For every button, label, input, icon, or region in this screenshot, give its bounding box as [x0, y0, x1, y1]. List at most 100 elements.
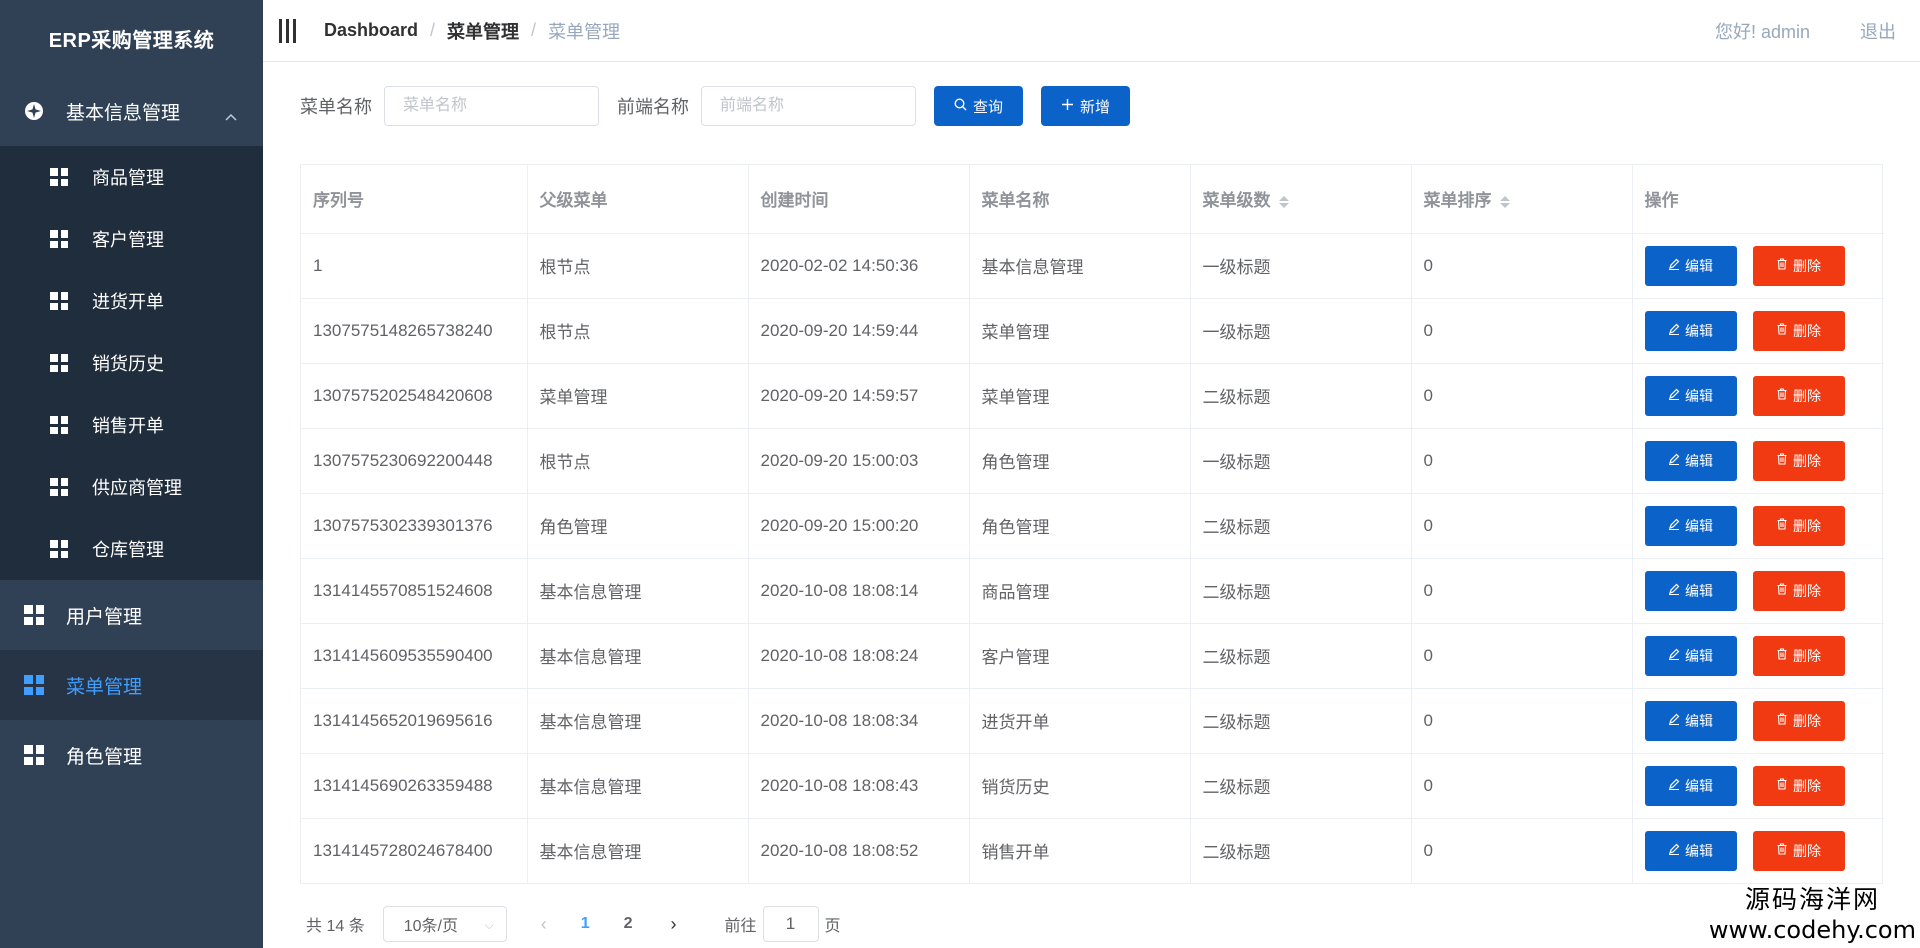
column-header-order[interactable]: 菜单排序 — [1411, 165, 1633, 234]
cell-actions: 编辑 删除 — [1632, 233, 1884, 299]
sidebar-item-label: 商品管理 — [92, 168, 164, 188]
menu-name-input[interactable] — [384, 86, 599, 126]
cell-name: 商品管理 — [969, 558, 1191, 624]
column-header-id: 序列号 — [301, 165, 528, 234]
column-header-level[interactable]: 菜单级数 — [1190, 165, 1412, 234]
delete-button[interactable]: 删除 — [1752, 830, 1845, 871]
goto-page-input[interactable] — [762, 906, 819, 942]
cell-actions: 编辑 删除 — [1632, 818, 1884, 883]
delete-button[interactable]: 删除 — [1752, 310, 1845, 351]
edit-button[interactable]: 编辑 — [1644, 570, 1737, 611]
sidebar-group-basic-info[interactable]: 基本信息管理 — [0, 76, 263, 146]
cell-order: 0 — [1411, 428, 1633, 494]
sort-icon[interactable] — [1499, 195, 1510, 208]
cell-created: 2020-09-20 14:59:44 — [748, 298, 970, 364]
delete-button-label: 删除 — [1793, 582, 1821, 599]
sidebar-item-sales-history[interactable]: 销货历史 — [0, 332, 263, 394]
delete-button[interactable]: 删除 — [1752, 570, 1845, 611]
edit-icon — [1668, 258, 1680, 273]
breadcrumb-separator: / — [430, 20, 436, 40]
edit-button[interactable]: 编辑 — [1644, 245, 1737, 286]
delete-button[interactable]: 删除 — [1752, 375, 1845, 416]
hamburger-icon[interactable] — [279, 18, 296, 43]
sidebar-item-warehouse[interactable]: 仓库管理 — [0, 518, 263, 580]
sidebar-item-suppliers[interactable]: 供应商管理 — [0, 456, 263, 518]
page-1-button[interactable]: 1 — [581, 915, 590, 933]
next-page-button[interactable]: › — [671, 914, 677, 935]
prev-page-button[interactable]: ‹ — [541, 914, 547, 935]
table-row: 1307575202548420608 菜单管理 2020-09-20 14:59:… — [301, 363, 1884, 429]
cell-created: 2020-09-20 15:00:03 — [748, 428, 970, 494]
cell-created: 2020-10-08 18:08:43 — [748, 753, 970, 819]
chevron-up-icon — [225, 105, 237, 127]
sidebar-item-roles[interactable]: 角色管理 — [0, 720, 263, 790]
frontend-name-input[interactable] — [701, 86, 916, 126]
edit-button[interactable]: 编辑 — [1644, 635, 1737, 676]
breadcrumb-separator: / — [531, 20, 537, 40]
delete-button[interactable]: 删除 — [1752, 505, 1845, 546]
cell-level: 一级标题 — [1190, 233, 1412, 299]
sidebar-item-menus[interactable]: 菜单管理 — [0, 650, 263, 720]
edit-button[interactable]: 编辑 — [1644, 700, 1737, 741]
delete-button[interactable]: 删除 — [1752, 700, 1845, 741]
cell-id: 1307575148265738240 — [301, 298, 528, 364]
delete-button-label: 删除 — [1793, 387, 1821, 404]
cell-id: 1307575302339301376 — [301, 493, 528, 559]
delete-button[interactable]: 删除 — [1752, 765, 1845, 806]
sidebar: ERP采购管理系统 基本信息管理 商品管理 客户管理 进货开单 销货历史 销售开… — [0, 0, 263, 948]
edit-button[interactable]: 编辑 — [1644, 765, 1737, 806]
sidebar-item-goods[interactable]: 商品管理 — [0, 146, 263, 208]
sidebar-item-label: 销货历史 — [92, 354, 164, 374]
pagination: 共 14 条 10条/页 ⌵ ‹ 1 2 › 前往 页 — [306, 906, 841, 942]
edit-button[interactable]: 编辑 — [1644, 310, 1737, 351]
breadcrumb-menu-management[interactable]: 菜单管理 — [447, 18, 519, 44]
logout-link[interactable]: 退出 — [1860, 18, 1896, 44]
compass-icon — [24, 101, 44, 121]
cell-id: 1314145652019695616 — [301, 688, 528, 754]
sidebar-item-customers[interactable]: 客户管理 — [0, 208, 263, 270]
sidebar-item-label: 供应商管理 — [92, 478, 182, 498]
column-header-name: 菜单名称 — [969, 165, 1191, 234]
delete-button[interactable]: 删除 — [1752, 635, 1845, 676]
cell-actions: 编辑 删除 — [1632, 558, 1884, 624]
cell-actions: 编辑 删除 — [1632, 623, 1884, 689]
cell-id: 1314145690263359488 — [301, 753, 528, 819]
trash-icon — [1776, 258, 1788, 273]
edit-button-label: 编辑 — [1685, 842, 1713, 859]
cell-id: 1307575230692200448 — [301, 428, 528, 494]
table-row: 1314145570851524608 基本信息管理 2020-10-08 18:0… — [301, 558, 1884, 624]
page-size-select[interactable]: 10条/页 ⌵ — [382, 906, 507, 942]
sidebar-item-label: 销售开单 — [92, 416, 164, 436]
cell-name: 客户管理 — [969, 623, 1191, 689]
cell-level: 二级标题 — [1190, 623, 1412, 689]
sidebar-item-sales-order[interactable]: 销售开单 — [0, 394, 263, 456]
sidebar-item-purchase-order[interactable]: 进货开单 — [0, 270, 263, 332]
add-button[interactable]: 新增 — [1041, 86, 1131, 126]
page-2-button[interactable]: 2 — [624, 915, 633, 933]
sort-icon[interactable] — [1278, 195, 1289, 208]
cell-actions: 编辑 删除 — [1632, 298, 1884, 364]
cell-name: 菜单管理 — [969, 363, 1191, 429]
cell-order: 0 — [1411, 233, 1633, 299]
edit-button[interactable]: 编辑 — [1644, 440, 1737, 481]
cell-parent: 根节点 — [527, 428, 749, 494]
cell-order: 0 — [1411, 363, 1633, 429]
cell-actions: 编辑 删除 — [1632, 688, 1884, 754]
delete-button[interactable]: 删除 — [1752, 440, 1845, 481]
edit-button[interactable]: 编辑 — [1644, 375, 1737, 416]
cell-actions: 编辑 删除 — [1632, 753, 1884, 819]
breadcrumb-dashboard[interactable]: Dashboard — [324, 20, 418, 41]
sidebar-item-users[interactable]: 用户管理 — [0, 580, 263, 650]
cell-parent: 基本信息管理 — [527, 688, 749, 754]
edit-button[interactable]: 编辑 — [1644, 830, 1737, 871]
sidebar-item-label: 客户管理 — [92, 230, 164, 250]
delete-button-label: 删除 — [1793, 777, 1821, 794]
cell-parent: 根节点 — [527, 298, 749, 364]
query-button[interactable]: 查询 — [934, 86, 1024, 126]
user-area: 您好! admin 退出 — [1715, 0, 1896, 62]
delete-button[interactable]: 删除 — [1752, 245, 1845, 286]
edit-button[interactable]: 编辑 — [1644, 505, 1737, 546]
query-button-label: 查询 — [973, 98, 1004, 116]
edit-icon — [1668, 388, 1680, 403]
table-row: 1314145728024678400 基本信息管理 2020-10-08 18:0… — [301, 818, 1884, 883]
